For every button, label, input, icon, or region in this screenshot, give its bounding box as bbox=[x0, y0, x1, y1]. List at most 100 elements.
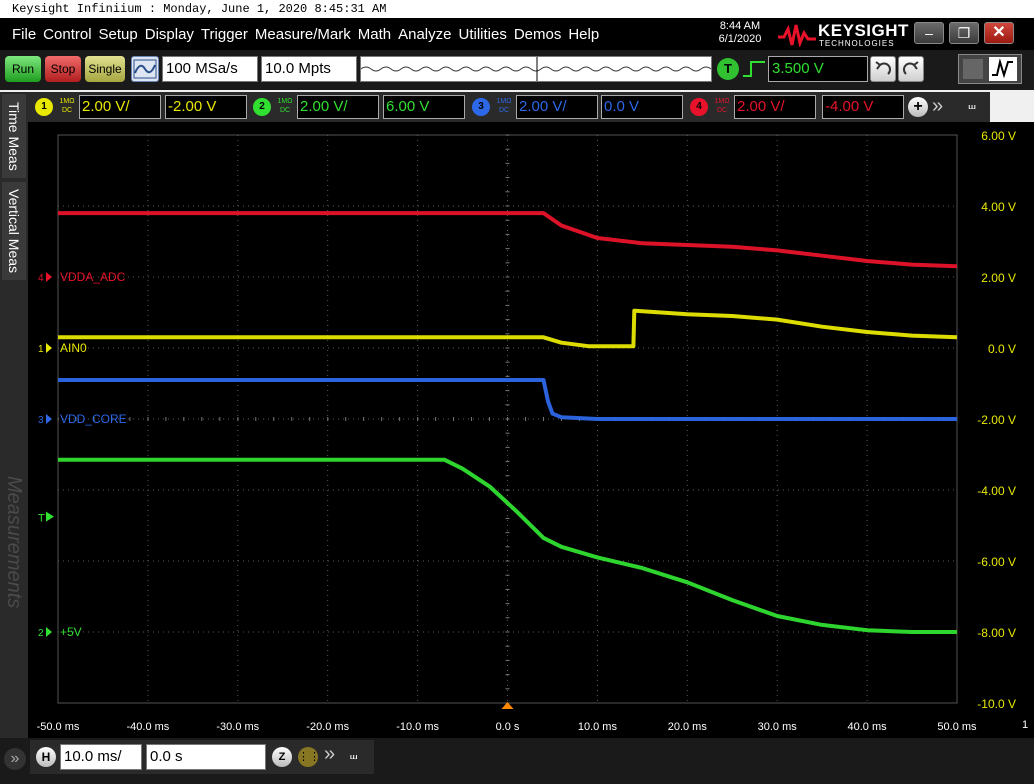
x-tick-label: 50.0 ms bbox=[937, 721, 977, 733]
run-button[interactable]: Run bbox=[5, 56, 41, 82]
redo-button[interactable] bbox=[898, 56, 924, 82]
horizontal-panel: H 10.0 ms/ 0.0 s Z ⋮⋮ » ⧢ bbox=[30, 740, 374, 774]
acquisition-toolbar: Run Stop Single 100 MSa/s 10.0 Mpts T 3.… bbox=[0, 50, 1034, 90]
x-tick-label: -40.0 ms bbox=[127, 721, 170, 733]
side-tabs: Time Meas Vertical Meas Measurements bbox=[0, 92, 28, 740]
undo-icon bbox=[875, 61, 891, 75]
trigger-badge[interactable]: T bbox=[717, 58, 739, 80]
channel-2-scale[interactable]: 2.00 V/ bbox=[297, 95, 379, 119]
menu-demos[interactable]: Demos bbox=[514, 26, 562, 43]
horizontal-bar: » H 10.0 ms/ 0.0 s Z ⋮⋮ » ⧢ bbox=[0, 738, 1034, 784]
waveform-overview[interactable] bbox=[360, 56, 712, 82]
channel-1-scale[interactable]: 2.00 V/ bbox=[79, 95, 161, 119]
channel-4-scale[interactable]: 2.00 V/ bbox=[734, 95, 816, 119]
channel-1-offset[interactable]: -2.00 V bbox=[165, 95, 247, 119]
ground-marker-ch2 bbox=[46, 627, 52, 637]
y-tick-label: 6.00 V bbox=[981, 129, 1016, 143]
keysight-wave-icon bbox=[778, 24, 816, 47]
trace-label-ch1: AIN0 bbox=[60, 341, 87, 355]
undo-button[interactable] bbox=[870, 56, 896, 82]
channel-1-badge[interactable]: 1 bbox=[35, 98, 53, 116]
brand-sub: TECHNOLOGIES bbox=[819, 39, 895, 48]
trace-label-ch2: +5V bbox=[60, 625, 82, 639]
ground-marker-ch1 bbox=[46, 343, 52, 353]
x-tick-label: 20.0 ms bbox=[668, 721, 708, 733]
channel-3-badge[interactable]: 3 bbox=[472, 98, 490, 116]
ground-number-ch3: 3 bbox=[38, 415, 44, 426]
menu-analyze[interactable]: Analyze bbox=[398, 26, 451, 43]
x-tick-label: -20.0 ms bbox=[306, 721, 349, 733]
autoscale-button[interactable] bbox=[131, 56, 159, 82]
expand-horizontal-icon[interactable]: » bbox=[324, 743, 335, 766]
scroll-icon[interactable]: ⋮⋮ bbox=[298, 747, 320, 767]
trigger-edge-icon[interactable] bbox=[742, 59, 766, 79]
channel-2-coupling: 1MΩ DC bbox=[275, 97, 295, 115]
channel-3-coupling: 1MΩ DC bbox=[494, 97, 514, 115]
channel-3-impedance-text: 1MΩ bbox=[496, 98, 512, 105]
channel-3-scale[interactable]: 2.00 V/ bbox=[516, 95, 598, 119]
channel-2-offset[interactable]: 6.00 V bbox=[383, 95, 465, 119]
x-tick-label: 30.0 ms bbox=[758, 721, 798, 733]
horizontal-scale-field[interactable]: 10.0 ms/ bbox=[60, 744, 142, 770]
x-tick-label: -30.0 ms bbox=[216, 721, 259, 733]
add-channel-icon[interactable]: + bbox=[908, 97, 928, 117]
y-tick-label: -10.0 V bbox=[977, 697, 1016, 711]
menu-measure-mark[interactable]: Measure/Mark bbox=[255, 26, 351, 43]
waveform-display[interactable]: 6.00 V 4.00 V 2.00 V 0.0 V -2.00 V -4.00 V -6.… bbox=[28, 122, 1034, 742]
trace-label-ch4: VDDA_ADC bbox=[60, 270, 126, 284]
expand-bottom-icon[interactable]: » bbox=[4, 748, 26, 770]
channel-4-badge[interactable]: 4 bbox=[690, 98, 708, 116]
y-tick-label: 0.0 V bbox=[988, 342, 1016, 356]
window-title: Keysight Infiniium : Monday, June 1, 202… bbox=[0, 0, 1034, 18]
horizontal-position-field[interactable]: 0.0 s bbox=[146, 744, 266, 770]
trigger-level-marker bbox=[46, 511, 54, 522]
tab-vertical-meas[interactable]: Vertical Meas bbox=[2, 182, 26, 280]
y-tick-label: 2.00 V bbox=[981, 271, 1016, 285]
tab-time-meas[interactable]: Time Meas bbox=[2, 94, 26, 178]
sample-rate-field[interactable]: 100 MSa/s bbox=[162, 56, 258, 82]
channel-2-badge[interactable]: 2 bbox=[253, 98, 271, 116]
menu-list: File Control Setup Display Trigger Measu… bbox=[12, 18, 606, 50]
menu-file[interactable]: File bbox=[12, 26, 36, 43]
menu-display[interactable]: Display bbox=[145, 26, 194, 43]
ground-number-ch1: 1 bbox=[38, 344, 44, 355]
pin-horizontal-icon[interactable]: ⧢ bbox=[350, 746, 357, 763]
single-button[interactable]: Single bbox=[85, 56, 125, 82]
zoom-icon[interactable]: Z bbox=[272, 747, 292, 767]
time-axis-labels: -50.0 ms -40.0 ms -30.0 ms -20.0 ms -10.0 ms… bbox=[37, 719, 1029, 733]
menu-help[interactable]: Help bbox=[568, 26, 599, 43]
measurements-watermark: Measurements bbox=[3, 475, 25, 609]
time-axis: -50.0 ms -40.0 ms -30.0 ms -20.0 ms -10.0 ms… bbox=[28, 714, 1034, 738]
maximize-button[interactable]: ❐ bbox=[949, 22, 979, 44]
keysight-logo: KEYSIGHT TECHNOLOGIES bbox=[778, 21, 908, 49]
display-mode-icon bbox=[963, 57, 1017, 81]
minimize-button[interactable]: – bbox=[914, 22, 944, 44]
pin-icon[interactable]: ⧢ bbox=[962, 96, 982, 118]
waveform-graph: 6.00 V 4.00 V 2.00 V 0.0 V -2.00 V -4.00 V -6.… bbox=[38, 129, 1016, 711]
display-mode-button[interactable] bbox=[958, 54, 1022, 84]
trigger-level-field[interactable]: 3.500 V bbox=[768, 56, 868, 82]
horizontal-badge[interactable]: H bbox=[36, 747, 56, 767]
y-tick-label: -6.00 V bbox=[977, 555, 1016, 569]
axis-edge-label: 1 bbox=[1022, 719, 1028, 731]
x-tick-label: -50.0 ms bbox=[37, 721, 80, 733]
stop-button[interactable]: Stop bbox=[45, 56, 81, 82]
menu-control[interactable]: Control bbox=[43, 26, 91, 43]
close-button[interactable]: ✕ bbox=[984, 22, 1014, 44]
menu-utilities[interactable]: Utilities bbox=[458, 26, 506, 43]
ground-number-ch2: 2 bbox=[38, 628, 44, 639]
expand-channels-icon[interactable]: » bbox=[932, 95, 943, 118]
y-tick-label: -4.00 V bbox=[977, 484, 1016, 498]
menu-setup[interactable]: Setup bbox=[99, 26, 138, 43]
trigger-label: T bbox=[38, 513, 45, 525]
y-tick-label: -2.00 V bbox=[977, 413, 1016, 427]
memory-depth-field[interactable]: 10.0 Mpts bbox=[261, 56, 357, 82]
channel-3-offset[interactable]: 0.0 V bbox=[601, 95, 683, 119]
x-tick-label: 40.0 ms bbox=[848, 721, 888, 733]
clock-time: 8:44 AM bbox=[719, 20, 761, 32]
autoscale-icon bbox=[133, 59, 157, 79]
trace-1 bbox=[58, 211, 958, 269]
menu-trigger[interactable]: Trigger bbox=[201, 26, 248, 43]
menu-math[interactable]: Math bbox=[358, 26, 391, 43]
channel-4-offset[interactable]: -4.00 V bbox=[822, 95, 904, 119]
